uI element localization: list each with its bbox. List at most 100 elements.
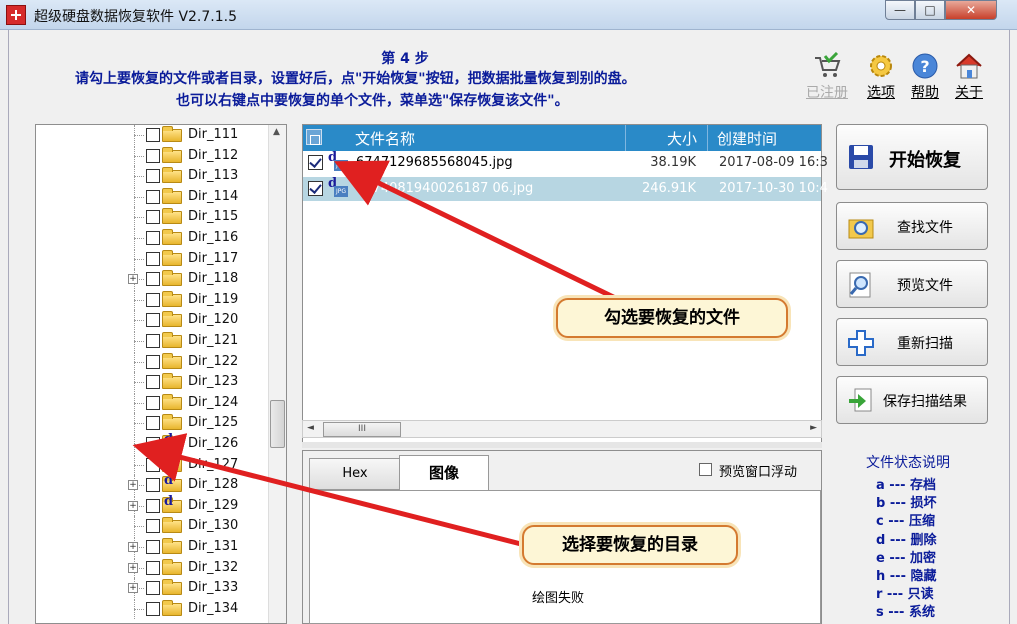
tree-checkbox[interactable] [146, 498, 160, 513]
folder-icon [162, 187, 182, 204]
options-tool[interactable]: 选项 [856, 52, 906, 102]
folder-icon [162, 167, 182, 184]
tree-item[interactable]: Dir_125 [36, 413, 268, 434]
save-scan-result-button[interactable]: 保存扫描结果 [836, 376, 988, 424]
tree-item[interactable]: Dir_113 [36, 166, 268, 187]
scroll-right-icon[interactable]: ► [810, 423, 817, 433]
tree-checkbox[interactable] [146, 189, 160, 204]
options-label: 选项 [867, 85, 895, 101]
tree-scrollbar[interactable]: ▲ [268, 125, 286, 623]
tree-item[interactable]: + Dir_133 [36, 578, 268, 599]
tree-item[interactable]: + Dir_132 [36, 557, 268, 578]
tree-item[interactable]: Dir_112 [36, 145, 268, 166]
tree-item[interactable]: Dir_117 [36, 248, 268, 269]
tab-hex[interactable]: Hex [309, 458, 401, 490]
tree-checkbox[interactable] [146, 313, 160, 328]
register-tool[interactable]: 已注册 [802, 52, 852, 102]
file-checkbox[interactable] [308, 181, 323, 196]
preview-file-button[interactable]: 预览文件 [836, 260, 988, 308]
directory-tree[interactable]: Dir_111 Dir_112 Dir_113 Dir_114 Dir_115 Dir_1… [35, 124, 287, 624]
file-checkbox[interactable] [308, 155, 323, 170]
tree-item[interactable]: Dir_116 [36, 228, 268, 248]
home-column-icon[interactable] [306, 129, 322, 145]
tree-item-label: Dir_117 [188, 250, 239, 266]
scroll-up-icon[interactable]: ▲ [273, 127, 280, 137]
tab-image[interactable]: 图像 [399, 455, 489, 491]
tree-checkbox[interactable] [146, 437, 160, 451]
tree-item[interactable]: Dir_124 [36, 392, 268, 413]
tree-item[interactable]: Dir_114 [36, 186, 268, 207]
tree-item-label: Dir_114 [188, 188, 239, 204]
file-list[interactable]: 文件名称 大小 创建时间 d JPG 6747129685568045.jpg 38.… [302, 124, 828, 444]
tree-checkbox[interactable] [146, 375, 160, 390]
tree-checkbox[interactable] [146, 519, 160, 534]
tree-item[interactable]: Dir_134 [36, 598, 268, 619]
file-row[interactable]: d JPG 1374081940026187 06.jpg 246.91K 2017-1… [303, 176, 828, 201]
tree-checkbox[interactable] [146, 416, 160, 431]
tree-checkbox[interactable] [146, 231, 160, 245]
tree-item[interactable]: Dir_130 [36, 516, 268, 537]
tree-checkbox[interactable] [146, 272, 160, 287]
tree-item[interactable]: d Dir_127 [36, 452, 268, 475]
tree-checkbox[interactable] [146, 395, 160, 410]
close-button[interactable]: ✕ [945, 0, 997, 20]
tree-scroll-thumb[interactable] [270, 400, 285, 448]
hscroll-thumb[interactable]: III [323, 422, 401, 437]
help-tool[interactable]: ? 帮助 [900, 52, 950, 102]
legend-item: e --- 加密 [876, 550, 937, 566]
tree-checkbox[interactable] [146, 148, 160, 163]
legend-item: r --- 只读 [876, 587, 934, 603]
start-recovery-button[interactable]: 开始恢复 [836, 124, 988, 190]
tree-item[interactable]: Dir_123 [36, 372, 268, 393]
tree-checkbox[interactable] [146, 601, 160, 616]
find-file-button[interactable]: 查找文件 [836, 202, 988, 250]
tree-item[interactable]: Dir_120 [36, 310, 268, 331]
file-list-hscrollbar[interactable]: ◄ III ► [302, 420, 822, 438]
column-name[interactable]: 文件名称 [355, 128, 415, 149]
float-window-checkbox[interactable] [699, 463, 712, 476]
about-tool[interactable]: 关于 [944, 52, 994, 102]
file-row[interactable]: d JPG 6747129685568045.jpg 38.19K 2017-08-09… [303, 150, 828, 175]
expand-icon[interactable]: + [128, 542, 138, 552]
tree-checkbox[interactable] [146, 128, 160, 142]
tree-checkbox[interactable] [146, 169, 160, 184]
expand-icon[interactable]: + [128, 480, 138, 491]
tree-checkbox[interactable] [146, 354, 160, 369]
tree-item[interactable]: + d Dir_129 [36, 493, 268, 516]
deleted-mark: d [164, 493, 174, 509]
scroll-left-icon[interactable]: ◄ [307, 423, 314, 433]
column-size[interactable]: 大小 [667, 128, 697, 149]
tree-item[interactable]: + Dir_118 [36, 269, 268, 290]
panel-splitter[interactable] [302, 442, 822, 448]
tree-checkbox[interactable] [146, 251, 160, 266]
expand-icon[interactable]: + [128, 583, 138, 594]
maximize-button[interactable]: □ [915, 0, 945, 20]
tree-checkbox[interactable] [146, 581, 160, 596]
tree-item[interactable]: Dir_111 [36, 125, 268, 145]
tree-item[interactable]: + Dir_131 [36, 537, 268, 557]
tree-checkbox[interactable] [146, 478, 160, 493]
tree-checkbox[interactable] [146, 334, 160, 348]
folder-icon [162, 208, 182, 225]
tree-checkbox[interactable] [146, 210, 160, 225]
tree-checkbox[interactable] [146, 560, 160, 575]
tree-item[interactable]: + d Dir_128 [36, 473, 268, 496]
expand-icon[interactable]: + [128, 500, 138, 511]
tree-checkbox[interactable] [146, 292, 160, 307]
tree-item[interactable]: Dir_121 [36, 331, 268, 351]
expand-icon[interactable]: + [128, 562, 138, 573]
minimize-button[interactable]: — [885, 0, 915, 20]
rescan-button[interactable]: 重新扫描 [836, 318, 988, 366]
tree-checkbox[interactable] [146, 540, 160, 554]
column-created[interactable]: 创建时间 [717, 128, 777, 149]
tree-item[interactable]: Dir_119 [36, 289, 268, 310]
expand-icon[interactable]: + [128, 274, 138, 285]
tree-item[interactable]: Dir_122 [36, 351, 268, 372]
plus-icon [848, 330, 874, 356]
register-label: 已注册 [806, 85, 848, 101]
tree-item[interactable]: Dir_115 [36, 207, 268, 228]
tree-item[interactable]: d Dir_126 [36, 432, 268, 454]
deleted-mark: d [164, 452, 174, 468]
tree-checkbox[interactable] [146, 457, 160, 472]
folder-icon [162, 332, 182, 348]
